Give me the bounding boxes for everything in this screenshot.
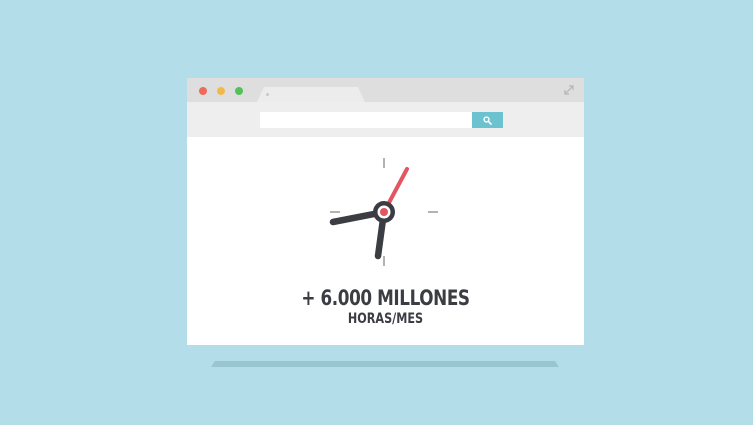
minimize-window-button[interactable] [217, 87, 225, 95]
browser-window: + 6.000 MILLONES HORAS/MES [187, 78, 584, 345]
clock-center-pin [380, 208, 388, 216]
maximize-window-button[interactable] [235, 87, 243, 95]
headline-text: + 6.000 MILLONES [301, 286, 470, 310]
search-input[interactable] [260, 112, 472, 128]
subline-text: HORAS/MES [347, 311, 424, 327]
window-shadow [211, 361, 559, 367]
browser-tab[interactable] [257, 87, 365, 102]
close-window-button[interactable] [199, 87, 207, 95]
search-button[interactable] [472, 112, 503, 128]
toolbar [187, 102, 584, 137]
expand-icon[interactable] [564, 85, 574, 95]
clock-icon [329, 158, 438, 266]
tab-favicon-icon [266, 93, 269, 96]
title-bar [187, 78, 584, 102]
search-icon [483, 115, 492, 125]
